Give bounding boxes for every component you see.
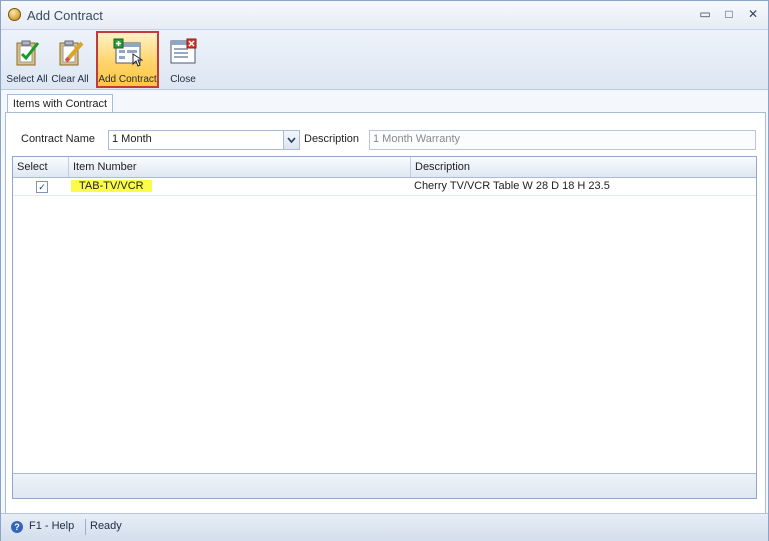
tab-strip: Items with Contract — [1, 90, 768, 114]
app-icon — [8, 8, 21, 21]
item-number-cell: TAB-TV/VCR — [71, 178, 152, 195]
close-window-button[interactable]: ✕ — [744, 6, 762, 22]
toolbar: Select All Clear All Add Contract Close — [1, 30, 768, 90]
help-text[interactable]: F1 - Help — [29, 520, 74, 532]
status-text: Ready — [90, 520, 122, 532]
clear-all-icon — [59, 40, 84, 66]
select-all-label: Select All — [6, 74, 48, 85]
description-label: Description — [304, 133, 360, 145]
add-contract-icon — [113, 38, 143, 67]
select-all-icon — [16, 40, 40, 66]
window-title: Add Contract — [27, 8, 103, 23]
description-value: 1 Month Warranty — [373, 133, 461, 145]
column-header-description[interactable]: Description — [411, 157, 756, 177]
status-divider — [85, 519, 86, 535]
contract-name-value: 1 Month — [112, 133, 152, 145]
dropdown-arrow[interactable] — [283, 131, 299, 149]
description-field[interactable]: 1 Month Warranty — [369, 130, 756, 150]
chevron-down-icon — [287, 137, 296, 144]
status-bar: ? F1 - Help Ready — [1, 513, 768, 541]
column-header-select[interactable]: Select — [13, 157, 69, 177]
close-button[interactable]: Close — [163, 32, 203, 87]
grid-footer — [13, 473, 756, 498]
item-number-value: TAB-TV/VCR — [71, 180, 152, 192]
contract-name-label: Contract Name — [21, 133, 95, 145]
select-all-button[interactable]: Select All — [6, 32, 48, 87]
close-icon — [170, 38, 197, 64]
add-contract-button[interactable]: Add Contract — [96, 31, 159, 88]
tab-items-with-contract[interactable]: Items with Contract — [7, 94, 113, 114]
maximize-button[interactable]: □ — [720, 6, 738, 22]
grid-header: Select Item Number Description — [13, 157, 756, 178]
items-grid: Select Item Number Description ✓ TAB-TV/… — [12, 156, 757, 499]
help-icon[interactable]: ? — [11, 521, 23, 533]
clear-all-label: Clear All — [51, 74, 89, 85]
minimize-button[interactable]: ▭ — [696, 6, 714, 22]
items-panel: Contract Name 1 Month Description 1 Mont… — [5, 112, 766, 514]
table-row[interactable]: ✓ TAB-TV/VCR Cherry TV/VCR Table W 28 D … — [13, 178, 756, 196]
row-select-checkbox[interactable]: ✓ — [36, 181, 48, 193]
column-header-item-number[interactable]: Item Number — [69, 157, 411, 177]
close-label: Close — [170, 74, 196, 85]
clear-all-button[interactable]: Clear All — [49, 32, 91, 87]
add-contract-label: Add Contract — [98, 74, 157, 85]
description-cell: Cherry TV/VCR Table W 28 D 18 H 23.5 — [414, 180, 610, 192]
title-bar: Add Contract ▭ □ ✕ — [1, 1, 768, 30]
add-contract-window: Add Contract ▭ □ ✕ Select All Clear All — [0, 0, 769, 541]
contract-name-dropdown[interactable]: 1 Month — [108, 130, 300, 150]
